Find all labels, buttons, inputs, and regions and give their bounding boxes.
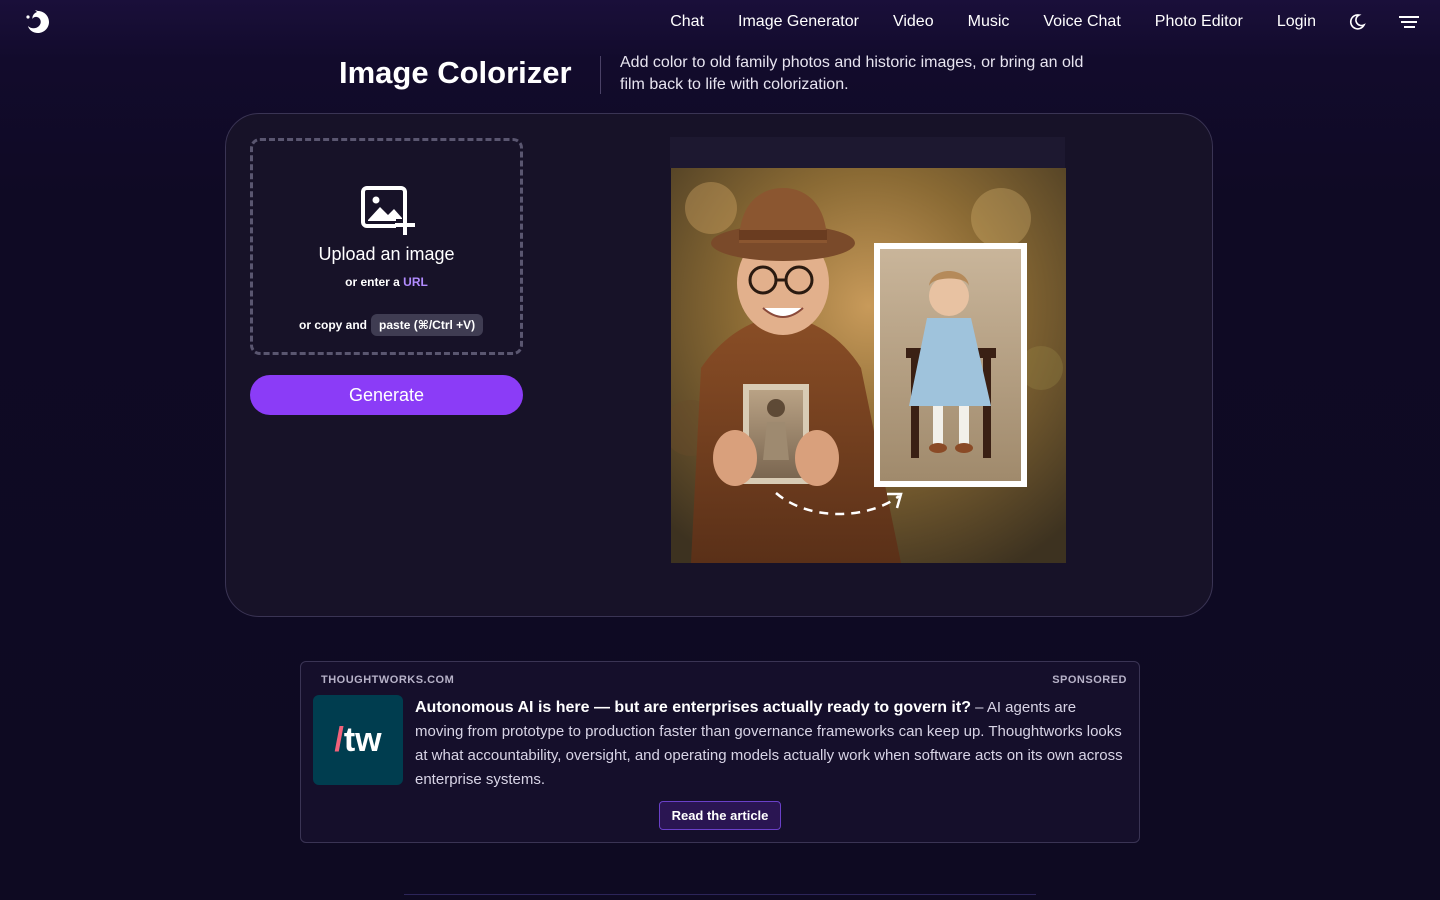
nav-video[interactable]: Video: [893, 13, 934, 31]
title-divider: [600, 56, 601, 94]
nav-image-generator[interactable]: Image Generator: [738, 13, 859, 31]
hamburger-menu-icon[interactable]: [1398, 11, 1420, 33]
read-article-button[interactable]: Read the article: [659, 801, 781, 830]
preview-top-strip: [670, 137, 1065, 168]
paste-button[interactable]: paste (⌘/Ctrl +V): [371, 314, 484, 336]
ad-logo-mark: /tw: [334, 721, 381, 760]
sponsored-ad: THOUGHTWORKS.COM SPONSORED /tw Autonomou…: [300, 661, 1140, 843]
top-nav: Chat Image Generator Video Music Voice C…: [0, 0, 1440, 44]
generate-button[interactable]: Generate: [250, 375, 523, 415]
ad-logo-text: tw: [343, 720, 382, 759]
nav-login[interactable]: Login: [1277, 13, 1316, 31]
image-add-icon: [361, 186, 415, 235]
thoughtworks-logo[interactable]: /tw: [313, 695, 403, 785]
upload-url-line: or enter a URL: [253, 275, 520, 289]
page-title: Image Colorizer: [339, 55, 572, 90]
upload-title: Upload an image: [318, 244, 455, 264]
paste-prefix: or copy and: [299, 318, 368, 332]
url-prefix: or enter a: [345, 275, 400, 289]
enter-url-link[interactable]: URL: [403, 275, 428, 289]
ad-logo-slash: /: [334, 720, 344, 759]
footer-divider: [404, 894, 1036, 895]
ad-source[interactable]: THOUGHTWORKS.COM: [321, 674, 454, 686]
ad-body: Autonomous AI is here — but are enterpri…: [415, 696, 1127, 792]
moon-icon[interactable]: [1346, 11, 1368, 33]
nav-chat[interactable]: Chat: [670, 13, 704, 31]
upload-dropzone[interactable]: Upload an image or enter a URL or copy a…: [250, 138, 523, 355]
page-description: Add color to old family photos and histo…: [620, 54, 1084, 93]
ad-sponsored-label: SPONSORED: [1052, 674, 1127, 686]
nav-voice-chat[interactable]: Voice Chat: [1043, 13, 1120, 31]
nav-menu: Chat Image Generator Video Music Voice C…: [636, 0, 1420, 44]
ad-headline[interactable]: Autonomous AI is here — but are enterpri…: [415, 699, 971, 716]
nav-photo-editor[interactable]: Photo Editor: [1155, 13, 1243, 31]
sample-colorized-image: [671, 168, 1066, 563]
logo-icon[interactable]: [24, 8, 52, 36]
paste-line: or copy and paste (⌘/Ctrl +V): [299, 314, 484, 336]
nav-music[interactable]: Music: [968, 13, 1010, 31]
